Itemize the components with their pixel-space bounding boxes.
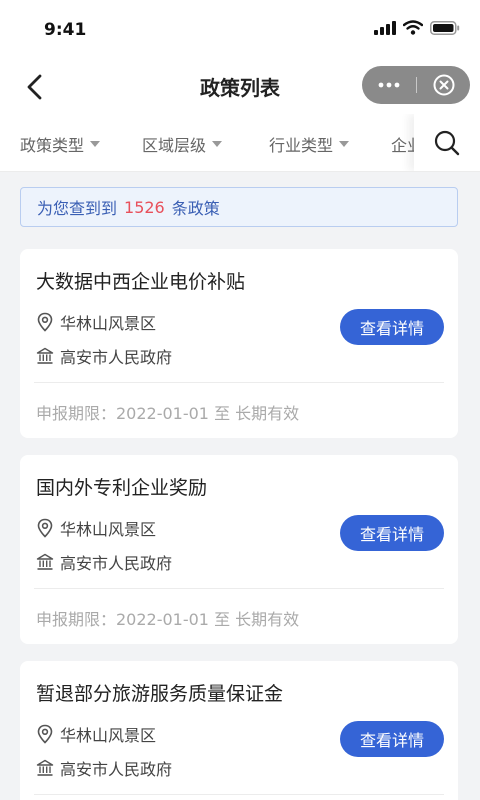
- battery-icon: [430, 20, 460, 35]
- government-building-icon: [36, 553, 54, 570]
- filter-label: 行业类型: [269, 136, 334, 155]
- more-icon: [378, 82, 400, 88]
- policy-region: 华林山风景区: [36, 310, 156, 334]
- location-pin-icon: [37, 518, 53, 538]
- region-text: 华林山风景区: [60, 726, 157, 745]
- card-divider: [34, 588, 444, 589]
- filter-label: 区域层级: [142, 136, 207, 155]
- policy-card[interactable]: 大数据中西企业电价补贴 华林山风景区 高安市人民政府 查看详情 申报期限：202…: [20, 249, 458, 438]
- filter-region-level[interactable]: 区域层级: [142, 132, 223, 156]
- policy-organization: 高安市人民政府: [36, 756, 172, 780]
- result-suffix: 条政策: [171, 199, 220, 218]
- region-text: 华林山风景区: [60, 520, 157, 539]
- view-details-button[interactable]: 查看详情: [340, 721, 444, 757]
- application-period: 申报期限：2022-01-01 至 长期有效: [36, 404, 300, 423]
- wifi-icon: [403, 20, 423, 35]
- policy-region: 华林山风景区: [36, 722, 156, 746]
- policy-card[interactable]: 国内外专利企业奖励 华林山风景区 高安市人民政府 查看详情 申报期限：2022-…: [20, 455, 458, 644]
- filter-bar: 政策类型 区域层级 行业类型 企业: [0, 114, 480, 172]
- policy-organization: 高安市人民政府: [36, 344, 172, 368]
- result-prefix: 为您查到到: [37, 199, 118, 218]
- search-icon: [434, 130, 460, 155]
- policy-region: 华林山风景区: [36, 516, 156, 540]
- more-button[interactable]: [362, 66, 416, 104]
- status-icons: [374, 20, 460, 35]
- status-bar: 9:41: [0, 0, 480, 60]
- caret-down-icon: [90, 141, 101, 147]
- result-count-banner: 为您查到到 1526 条政策: [20, 187, 458, 227]
- filter-industry-type[interactable]: 行业类型: [269, 132, 350, 156]
- organization-text: 高安市人民政府: [60, 348, 173, 367]
- view-details-button[interactable]: 查看详情: [340, 515, 444, 551]
- location-pin-icon: [37, 312, 53, 332]
- organization-text: 高安市人民政府: [60, 554, 173, 573]
- signal-icon: [374, 20, 396, 35]
- policy-title: 国内外专利企业奖励: [36, 477, 208, 499]
- mini-program-capsule: [362, 66, 470, 104]
- view-details-button[interactable]: 查看详情: [340, 309, 444, 345]
- filter-policy-type[interactable]: 政策类型: [20, 132, 101, 156]
- policy-organization: 高安市人民政府: [36, 550, 172, 574]
- card-divider: [34, 794, 444, 795]
- government-building-icon: [36, 759, 54, 776]
- government-building-icon: [36, 347, 54, 364]
- card-divider: [34, 382, 444, 383]
- policy-title: 大数据中西企业电价补贴: [36, 271, 246, 293]
- result-count: 1526: [124, 197, 165, 217]
- caret-down-icon: [212, 141, 223, 147]
- location-pin-icon: [37, 724, 53, 744]
- region-text: 华林山风景区: [60, 314, 157, 333]
- policy-card[interactable]: 暂退部分旅游服务质量保证金 华林山风景区 高安市人民政府 查看详情: [20, 661, 458, 800]
- status-time: 9:41: [44, 20, 87, 40]
- close-circle-icon: [433, 74, 454, 96]
- filter-label: 政策类型: [20, 136, 85, 155]
- search-button[interactable]: [414, 114, 480, 171]
- caret-down-icon: [339, 141, 350, 147]
- close-button[interactable]: [417, 66, 470, 104]
- policy-title: 暂退部分旅游服务质量保证金: [36, 683, 284, 705]
- navigation-bar: 政策列表: [0, 60, 480, 114]
- application-period: 申报期限：2022-01-01 至 长期有效: [36, 610, 300, 629]
- organization-text: 高安市人民政府: [60, 760, 173, 779]
